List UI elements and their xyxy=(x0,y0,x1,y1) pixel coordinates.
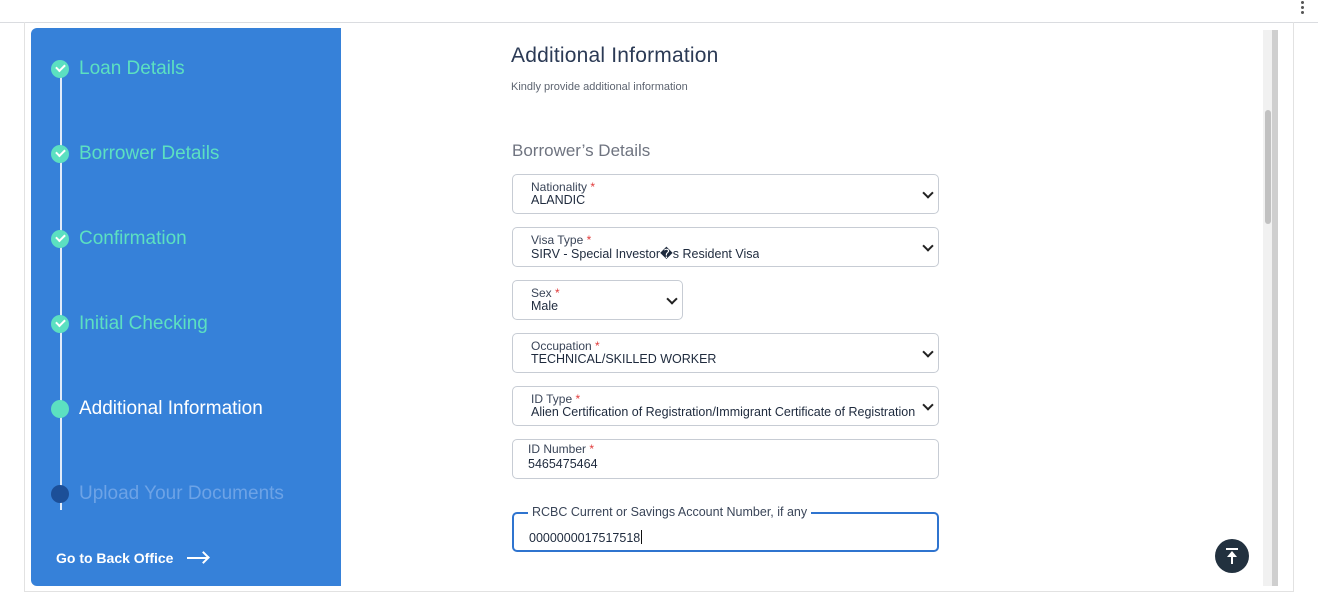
step-label: Initial Checking xyxy=(79,313,208,334)
step-borrower-details[interactable]: Borrower Details xyxy=(51,143,219,165)
back-to-top-icon xyxy=(1226,548,1238,550)
field-label: Nationality * xyxy=(531,180,596,194)
field-label: ID Type * xyxy=(531,392,581,406)
step-loan-details[interactable]: Loan Details xyxy=(51,58,185,80)
check-icon xyxy=(51,230,69,248)
step-additional-information[interactable]: Additional Information xyxy=(51,398,263,420)
field-label: RCBC Current or Savings Account Number, … xyxy=(528,505,812,519)
field-value: 5465475464 xyxy=(528,457,598,471)
frame-divider xyxy=(24,591,1294,592)
page-subtitle: Kindly provide additional information xyxy=(511,81,688,93)
chevron-down-icon xyxy=(666,293,678,305)
browser-top-bar xyxy=(0,0,1318,23)
field-value: 0000000017517518 xyxy=(529,530,643,545)
chevron-down-icon xyxy=(922,399,934,411)
account-number-field[interactable]: RCBC Current or Savings Account Number, … xyxy=(512,505,939,552)
step-label: Loan Details xyxy=(79,58,185,79)
back-to-top-button[interactable] xyxy=(1215,539,1249,573)
check-icon xyxy=(51,145,69,163)
step-label: Additional Information xyxy=(79,398,263,419)
arrow-right-icon xyxy=(187,552,209,564)
field-value: Male xyxy=(531,299,559,313)
field-value: ALANDIC xyxy=(531,193,586,207)
scrollbar-thumb[interactable] xyxy=(1265,110,1271,224)
step-label: Upload Your Documents xyxy=(79,483,284,504)
field-value: TECHNICAL/SKILLED WORKER xyxy=(531,352,717,366)
field-label: ID Number * xyxy=(528,442,595,456)
step-label: Borrower Details xyxy=(79,143,220,164)
current-step-dot-icon xyxy=(51,400,69,418)
field-label: Occupation * xyxy=(531,339,600,353)
check-icon xyxy=(51,315,69,333)
back-office-link[interactable]: Go to Back Office xyxy=(56,550,209,566)
timeline-line xyxy=(60,68,62,510)
progress-sidebar: Loan Details Borrower Details Confirmati… xyxy=(31,28,341,586)
step-upload-documents: Upload Your Documents xyxy=(51,483,284,505)
step-confirmation[interactable]: Confirmation xyxy=(51,228,187,250)
pending-step-dot-icon xyxy=(51,485,69,503)
check-icon xyxy=(51,60,69,78)
arrow-stem xyxy=(1231,556,1233,564)
more-vert-icon[interactable] xyxy=(1301,0,1304,16)
id-number-field[interactable]: ID Number * 5465475464 xyxy=(512,439,939,479)
frame-divider xyxy=(1293,22,1294,592)
occupation-select[interactable]: Occupation * TECHNICAL/SKILLED WORKER xyxy=(512,333,939,373)
step-label: Confirmation xyxy=(79,228,187,249)
field-label: Visa Type * xyxy=(531,233,592,247)
visa-type-select[interactable]: Visa Type * SIRV - Special Investor�s Re… xyxy=(512,227,939,267)
chevron-down-icon xyxy=(922,346,934,358)
back-office-label: Go to Back Office xyxy=(56,550,174,566)
outer-scrollbar[interactable] xyxy=(1272,30,1278,586)
frame-divider xyxy=(24,22,25,592)
step-initial-checking[interactable]: Initial Checking xyxy=(51,313,208,335)
chevron-down-icon xyxy=(922,187,934,199)
field-label: Sex * xyxy=(531,286,560,300)
text-caret xyxy=(641,530,643,544)
page-title: Additional Information xyxy=(511,44,719,67)
field-value: SIRV - Special Investor�s Resident Visa xyxy=(531,247,760,261)
chevron-down-icon xyxy=(922,240,934,252)
sex-select[interactable]: Sex * Male xyxy=(512,280,683,320)
section-title: Borrower’s Details xyxy=(512,141,651,160)
field-value: Alien Certification of Registration/Immi… xyxy=(531,405,916,419)
id-type-select[interactable]: ID Type * Alien Certification of Registr… xyxy=(512,386,939,426)
nationality-select[interactable]: Nationality * ALANDIC xyxy=(512,174,939,214)
